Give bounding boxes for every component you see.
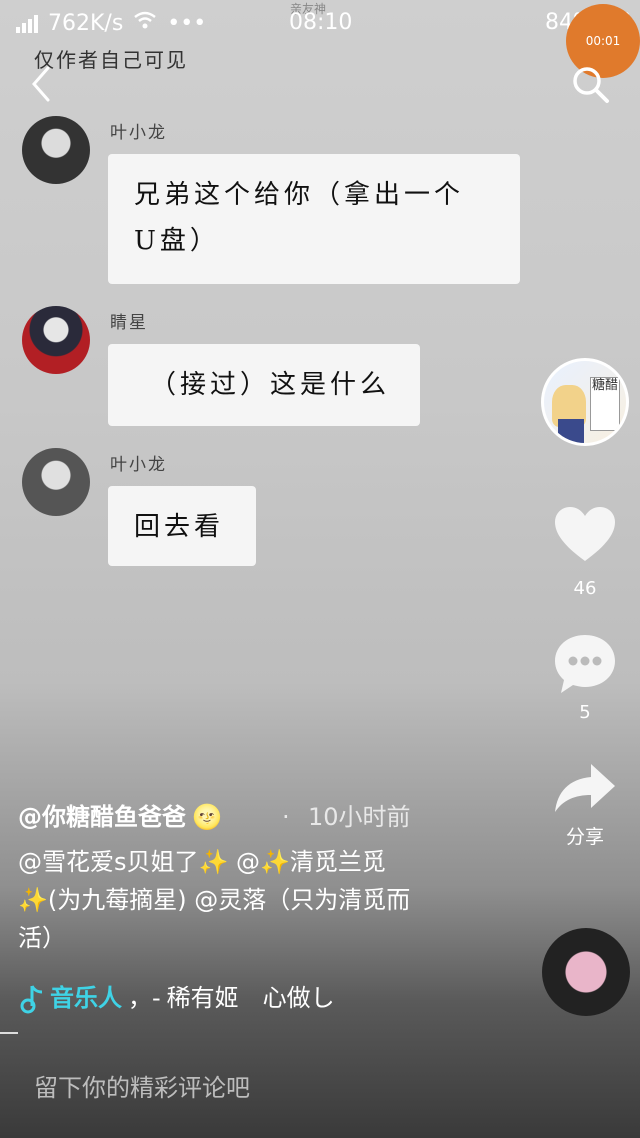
back-icon[interactable]	[28, 64, 54, 104]
chat-text-line: 兄弟这个给你（拿出一个	[134, 180, 465, 210]
description-line: 活）	[18, 924, 66, 952]
author-emoji: 🌝	[192, 803, 222, 831]
time-ago: 10小时前	[308, 803, 411, 831]
wifi-icon	[133, 10, 157, 36]
music-track: 稀有姬 心做し	[166, 984, 335, 1012]
comment-count: 5	[579, 702, 591, 723]
chat-bubble: （接过）这是什么	[108, 344, 420, 426]
share-icon[interactable]	[553, 762, 617, 814]
chat-sender-name: 睛星	[110, 313, 148, 333]
music-label: 音乐人	[50, 984, 122, 1012]
author-line: @你糖醋鱼爸爸 🌝	[18, 798, 222, 836]
music-note-icon	[20, 984, 44, 1018]
chat-bubble: 兄弟这个给你（拿出一个 U盘）	[108, 154, 520, 284]
search-icon[interactable]	[570, 64, 610, 104]
privacy-label: 仅作者自己可见	[34, 48, 188, 72]
comment-input[interactable]: 留下你的精彩评论吧	[34, 1068, 250, 1103]
music-disc[interactable]	[542, 928, 630, 1016]
avatar-character-body	[558, 419, 584, 443]
time-separator: ·	[282, 803, 290, 831]
network-speed: 762K/s	[48, 10, 124, 36]
chat-bubble: 回去看	[108, 486, 256, 566]
author-name[interactable]: @你糖醋鱼爸爸	[18, 798, 186, 836]
status-bar: 762K/s ••• 亲友神 08:10 84%	[0, 0, 640, 44]
status-left: 762K/s •••	[16, 10, 206, 36]
more-dots-icon: •••	[167, 10, 207, 36]
comment-icon[interactable]	[553, 633, 617, 695]
chat-text-line: （接过）这是什么	[150, 370, 391, 400]
like-count: 46	[573, 578, 597, 599]
chat-sender-name: 叶小龙	[110, 455, 167, 475]
author-avatar[interactable]: 糖醋	[541, 358, 629, 446]
music-line[interactable]: 音乐人 ，- 稀有姬 心做し	[50, 980, 335, 1016]
chat-sender-name: 叶小龙	[110, 123, 167, 143]
description-line: @雪花爱s贝姐了✨ @✨清觅兰觅	[18, 848, 386, 876]
chat-text-line: U盘）	[134, 226, 220, 256]
avatar-sign-text: 糖醋	[590, 377, 620, 431]
divider	[0, 1032, 18, 1034]
music-separator: ，-	[128, 984, 161, 1012]
avatar	[22, 306, 90, 374]
like-icon[interactable]	[553, 505, 617, 565]
chat-text-line: 回去看	[134, 512, 225, 542]
description-line: ✨(为九莓摘星) @灵落（只为清觅而	[18, 886, 411, 914]
share-label[interactable]: 分享	[555, 822, 615, 849]
avatar	[22, 116, 90, 184]
signal-icon	[16, 13, 38, 33]
avatar	[22, 448, 90, 516]
clock: 08:10	[289, 10, 353, 35]
video-description: @雪花爱s贝姐了✨ @✨清觅兰觅 ✨(为九莓摘星) @灵落（只为清觅而 活）	[18, 843, 528, 957]
